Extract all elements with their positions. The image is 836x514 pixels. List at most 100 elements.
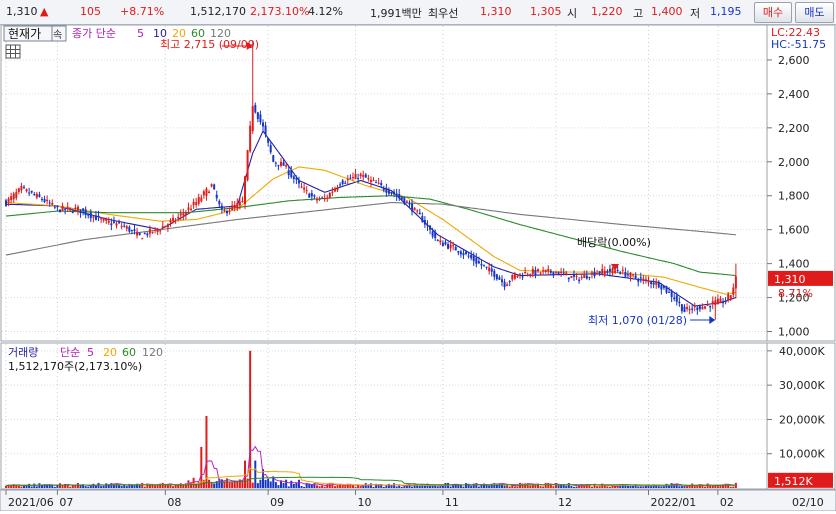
hc-label: HC:-51.75 — [771, 38, 826, 51]
volume-bar — [683, 486, 686, 488]
candle-body — [716, 298, 719, 304]
candle-body — [580, 277, 583, 279]
vol-ma-legend-120: 120 — [142, 346, 163, 359]
volume-bar — [133, 485, 136, 488]
chart-title-button[interactable]: 현재가 — [3, 25, 53, 42]
candle-body — [560, 271, 563, 273]
candle-body — [115, 223, 118, 226]
ma-legend-60: 60 — [191, 27, 205, 40]
vol-ma-legend-20: 20 — [103, 346, 117, 359]
volume-bar — [285, 479, 288, 488]
candle-body — [184, 211, 187, 216]
candle-body — [40, 198, 43, 200]
candle-body — [552, 271, 555, 276]
candle-body — [590, 272, 593, 275]
candle-body — [310, 193, 313, 197]
volume-bar — [657, 486, 660, 488]
candle-body — [519, 273, 521, 275]
candle-body — [259, 114, 262, 123]
volume-bar — [439, 486, 442, 488]
candle-body — [616, 270, 619, 272]
candle-body — [547, 268, 550, 272]
volume-bar — [274, 482, 277, 488]
volume-bar — [256, 483, 259, 488]
candle-body — [629, 272, 632, 278]
volume-bar — [462, 486, 465, 488]
candle-body — [282, 162, 285, 166]
candle-body — [46, 199, 49, 202]
candle-body — [462, 253, 465, 256]
candle-body — [143, 233, 146, 235]
candle-body — [642, 278, 645, 281]
candle-body — [521, 276, 524, 278]
current-price: 1,310 — [6, 5, 38, 18]
candle-body — [53, 206, 56, 208]
candle-body — [208, 191, 211, 194]
candle-body — [583, 274, 586, 279]
volume-bar — [729, 486, 732, 488]
candle-body — [601, 268, 604, 275]
candle-body — [190, 208, 193, 211]
candle-body — [349, 177, 352, 179]
sell-button[interactable]: 매도 — [795, 2, 834, 23]
volume-bar — [87, 486, 90, 488]
volume-bar — [318, 486, 321, 488]
candle-body — [567, 277, 570, 280]
candle-body — [470, 254, 473, 259]
candle-body — [634, 275, 637, 279]
volume-bar — [213, 483, 216, 488]
candle-body — [123, 225, 126, 227]
chart-properties-button[interactable]: 속 — [51, 25, 67, 42]
candle-body — [351, 177, 354, 179]
candle-body — [701, 306, 704, 310]
price-tick-label: 2,600 — [778, 54, 810, 67]
volume-bar — [297, 479, 300, 488]
candle-body — [166, 224, 169, 228]
candle-body — [79, 209, 82, 214]
candle-body — [506, 284, 509, 286]
candle-body — [213, 184, 216, 190]
stock-chart: 2,6002,4002,2002,0001,8001,6001,4001,200… — [0, 24, 836, 512]
x-tick-label: 02/10 — [792, 496, 824, 509]
volume-bar — [287, 486, 290, 488]
candle-body — [719, 298, 722, 303]
candle-body — [426, 224, 429, 226]
volume-bar — [341, 485, 344, 488]
high-price: 1,400 — [651, 5, 683, 18]
candle-body — [596, 273, 599, 275]
candle-body — [344, 182, 347, 184]
price-tick-label: 1,400 — [778, 258, 810, 271]
candle-body — [262, 122, 264, 127]
volume-bar — [35, 486, 38, 488]
candle-body — [557, 271, 560, 276]
candle-body — [182, 213, 185, 216]
candle-body — [43, 198, 46, 202]
candle-body — [565, 272, 568, 276]
candle-body — [233, 205, 236, 209]
grid-settings-icon[interactable] — [5, 44, 21, 59]
chart-title: 현재가 — [8, 27, 41, 41]
volume-bar — [572, 486, 575, 488]
volume-bar — [431, 485, 434, 488]
volume-bar — [544, 482, 547, 488]
candle-body — [15, 192, 18, 199]
buy-button[interactable]: 매수 — [754, 2, 792, 23]
volume-bar — [321, 485, 324, 488]
price-tick-label: 1,000 — [778, 326, 810, 339]
volume-bar — [303, 486, 306, 488]
candle-body — [465, 251, 468, 254]
candle-body — [408, 203, 411, 205]
best-ask: 1,310 — [480, 5, 512, 18]
volume-bar — [118, 485, 121, 488]
candle-body — [272, 155, 275, 162]
candle-body — [58, 209, 61, 213]
volume-bar — [48, 485, 51, 488]
candle-body — [544, 269, 547, 272]
candle-body — [112, 221, 115, 223]
candle-body — [172, 217, 175, 221]
volume-bar — [105, 483, 108, 488]
candle-body — [305, 190, 308, 192]
candle-body — [598, 271, 601, 274]
volume-tick-label: 20,000K — [779, 413, 825, 426]
x-axis-frame — [0, 489, 836, 512]
